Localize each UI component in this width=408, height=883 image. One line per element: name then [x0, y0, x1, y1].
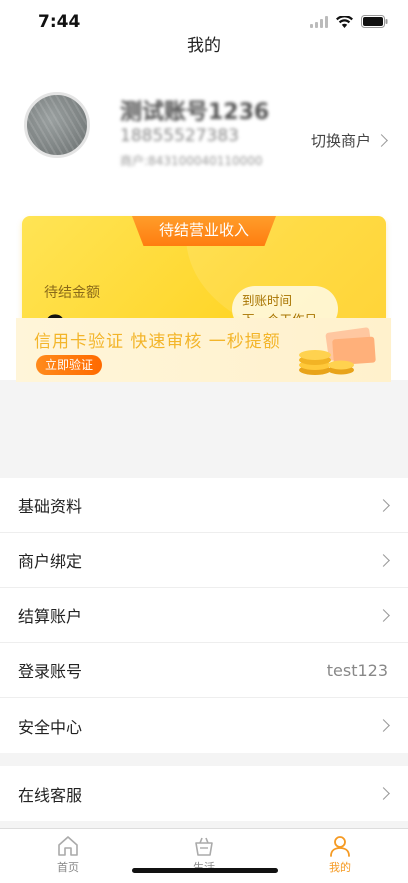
promo-banner[interactable]: 信用卡验证 快速审核 一秒提额 立即验证 — [16, 318, 391, 382]
merchant-id: 商户:843100040110000 — [120, 154, 263, 168]
income-tab-label: 待结营业收入 — [132, 216, 276, 246]
verify-now-button[interactable]: 立即验证 — [36, 355, 102, 375]
switch-merchant-label: 切换商户 — [310, 132, 371, 150]
chevron-right-icon — [377, 719, 390, 732]
page-title: 我的 — [0, 28, 408, 70]
wifi-icon — [336, 15, 353, 28]
menu-item-online-service[interactable]: 在线客服 — [0, 766, 408, 821]
menu-item-label: 结算账户 — [18, 607, 83, 626]
home-indicator[interactable] — [132, 868, 278, 873]
menu-item-login-account[interactable]: 登录账号 test123 — [0, 643, 408, 698]
menu-item-label: 商户绑定 — [18, 552, 83, 571]
avatar[interactable] — [24, 92, 90, 158]
promo-text: 信用卡验证 快速审核 一秒提额 — [34, 332, 281, 352]
support-menu: 在线客服 — [0, 766, 408, 821]
basket-icon — [195, 837, 213, 856]
chevron-right-icon — [377, 498, 390, 512]
tab-label: 我的 — [329, 861, 351, 874]
tab-label: 首页 — [57, 861, 79, 874]
account-phone: 18855527383 — [120, 126, 239, 146]
menu-item-merchant-binding[interactable]: 商户绑定 — [0, 533, 408, 588]
status-icons — [310, 15, 388, 28]
signal-icon — [310, 15, 328, 28]
settings-menu: 基础资料 商户绑定 结算账户 登录账号 test123 安全中心 — [0, 478, 408, 753]
tab-life[interactable]: 生活 — [136, 829, 272, 883]
chevron-right-icon — [377, 608, 390, 622]
chevron-right-icon — [377, 787, 390, 800]
chevron-right-icon — [375, 134, 388, 147]
tab-bar: 首页 生活 我的 — [0, 828, 408, 883]
switch-merchant-button[interactable]: 切换商户 — [310, 130, 388, 151]
tab-mine[interactable]: 我的 — [272, 829, 408, 883]
account-name: 测试账号1236 — [120, 100, 270, 125]
menu-item-label: 在线客服 — [18, 785, 83, 805]
home-icon — [58, 836, 78, 856]
login-account-value: test123 — [326, 660, 388, 680]
arrival-time-title: 到账时间 — [242, 293, 293, 308]
chevron-right-icon — [377, 553, 390, 567]
menu-item-label: 登录账号 — [18, 662, 83, 681]
menu-item-label: 基础资料 — [18, 497, 83, 516]
pending-amount-label: 待结金额 — [44, 285, 100, 301]
tab-home[interactable]: 首页 — [0, 829, 136, 883]
menu-item-basic-info[interactable]: 基础资料 — [0, 478, 408, 533]
coins-icon — [299, 327, 376, 375]
menu-item-security-center[interactable]: 安全中心 — [0, 698, 408, 753]
menu-item-label: 安全中心 — [18, 717, 83, 737]
menu-item-settlement-account[interactable]: 结算账户 — [0, 588, 408, 643]
person-icon — [330, 836, 350, 857]
battery-icon — [361, 15, 388, 28]
